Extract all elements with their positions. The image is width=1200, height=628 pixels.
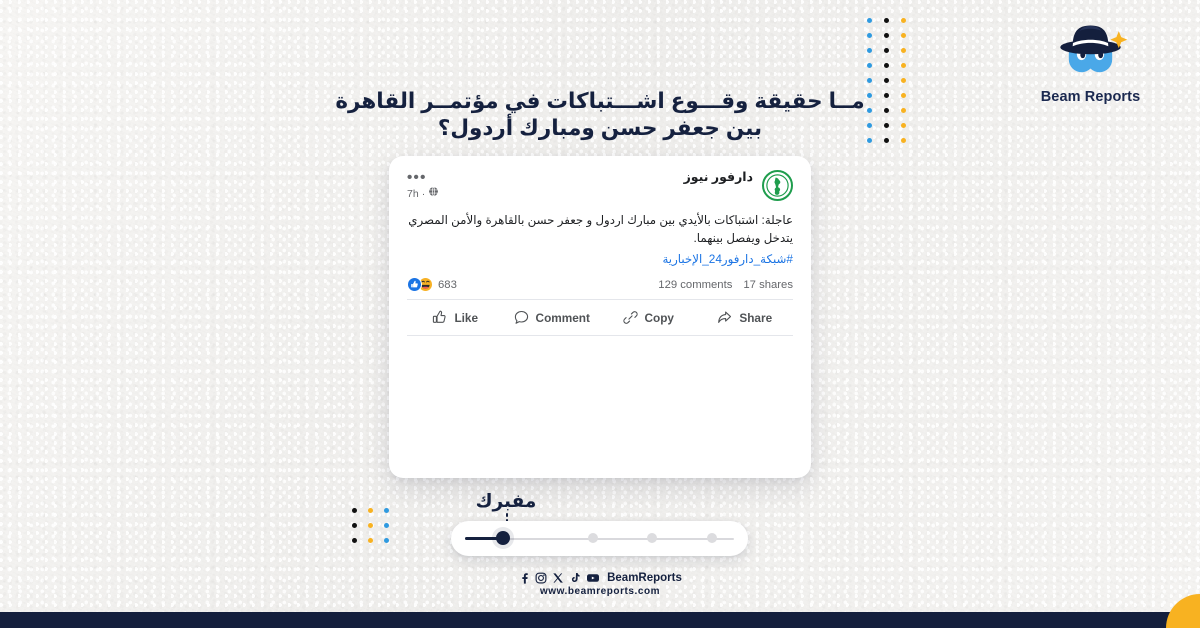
decorative-dot xyxy=(884,18,889,23)
decorative-dot xyxy=(901,108,906,113)
tiktok-icon[interactable] xyxy=(569,572,581,584)
slider-step-3[interactable] xyxy=(647,533,657,543)
decorative-dot xyxy=(884,78,889,83)
page-title: مــا حقيقة وقـــوع اشـــتباكات في مؤتمــ… xyxy=(0,88,1200,142)
footer-handle: BeamReports xyxy=(607,572,682,584)
decorative-dot xyxy=(384,508,389,513)
headline-line-1: مــا حقيقة وقـــوع اشـــتباكات في مؤتمــ… xyxy=(335,89,865,113)
decorative-dot xyxy=(368,523,373,528)
post-time: 7h xyxy=(407,187,419,200)
decorative-dot xyxy=(884,138,889,143)
decorative-dot xyxy=(901,138,906,143)
thumbs-up-reaction-icon xyxy=(407,277,422,292)
decorative-dot xyxy=(884,33,889,38)
decorative-dot xyxy=(901,33,906,38)
decorative-dot xyxy=(901,18,906,23)
comment-count[interactable]: 129 comments xyxy=(658,279,732,291)
decorative-dot xyxy=(867,48,872,53)
post-more-options-button[interactable]: ••• xyxy=(407,170,427,185)
post-reactions[interactable]: 683 xyxy=(407,277,457,292)
slider-step-2[interactable] xyxy=(588,533,598,543)
decorative-dot xyxy=(901,48,906,53)
thumbs-up-icon xyxy=(433,310,447,323)
decorative-dot xyxy=(867,123,872,128)
footer-social-row: BeamReports xyxy=(0,572,1200,584)
post-separator: · xyxy=(421,187,426,200)
decorative-dot xyxy=(867,138,872,143)
link-chain-icon xyxy=(622,311,638,324)
globe-icon xyxy=(428,186,439,201)
decorative-dot xyxy=(884,63,889,68)
brand-logo: Beam Reports xyxy=(1023,18,1158,105)
avatar[interactable] xyxy=(762,170,793,201)
share-button[interactable]: Share xyxy=(697,305,794,330)
decorative-dot xyxy=(867,18,872,23)
decorative-dot xyxy=(884,93,889,98)
share-button-label: Share xyxy=(739,310,773,325)
x-twitter-icon[interactable] xyxy=(552,572,564,584)
facebook-post-card: دارفور نيوز 7h · ••• عاجلة: اشتباكات بال… xyxy=(389,156,811,478)
reaction-count: 683 xyxy=(438,278,457,291)
copy-button-label: Copy xyxy=(644,310,675,325)
headline-line-2: بين جعفر حسن ومبارك أردول؟ xyxy=(437,116,763,140)
slider-step-4[interactable] xyxy=(707,533,717,543)
comment-button[interactable]: Comment xyxy=(504,305,601,330)
like-button[interactable]: Like xyxy=(407,305,504,330)
decorative-dot xyxy=(901,93,906,98)
decorative-dot xyxy=(352,538,357,543)
post-author-block: دارفور نيوز 7h · xyxy=(407,170,753,201)
decorative-dot xyxy=(884,123,889,128)
post-header: دارفور نيوز 7h · ••• xyxy=(407,170,793,201)
decorative-dot xyxy=(901,78,906,83)
comment-bubble-icon xyxy=(514,310,528,324)
footer: BeamReports www.beamreports.com xyxy=(0,572,1200,597)
decorative-dot xyxy=(867,93,872,98)
brand-name: Beam Reports xyxy=(1040,89,1141,105)
footer-url: www.beamreports.com xyxy=(539,586,661,597)
post-counts: 129 comments 17 shares xyxy=(658,279,793,291)
decorative-dot xyxy=(352,523,357,528)
post-body-text: عاجلة: اشتباكات بالأيدي بين مبارك اردول … xyxy=(408,213,793,245)
decorative-dot xyxy=(368,538,373,543)
decorative-dot xyxy=(867,108,872,113)
decorative-dot xyxy=(352,508,357,513)
decorative-dot-grid-right xyxy=(855,18,906,153)
verdict-label: مفبرك xyxy=(475,490,537,511)
decorative-dot-grid-left xyxy=(341,508,389,553)
decorative-dot xyxy=(884,108,889,113)
post-action-bar: Like Comment Copy Share xyxy=(407,299,793,336)
verdict-slider[interactable] xyxy=(451,521,748,556)
detective-hat-face-icon xyxy=(1060,25,1128,73)
decorative-dot xyxy=(884,48,889,53)
copy-button[interactable]: Copy xyxy=(600,305,697,330)
post-author-name[interactable]: دارفور نيوز xyxy=(407,170,753,185)
decorative-dot xyxy=(867,78,872,83)
share-arrow-icon xyxy=(718,311,732,323)
post-timestamp-row: 7h · xyxy=(407,186,753,201)
youtube-icon[interactable] xyxy=(586,572,600,584)
decorative-dot xyxy=(901,63,906,68)
share-count[interactable]: 17 shares xyxy=(743,279,793,291)
decorative-dot xyxy=(867,33,872,38)
slider-knob-active[interactable] xyxy=(496,531,510,545)
post-hashtag-link[interactable]: #شبكة_دارفور24_الإخبارية xyxy=(407,251,793,268)
reaction-icons xyxy=(407,277,433,292)
facebook-icon[interactable] xyxy=(518,572,530,584)
instagram-icon[interactable] xyxy=(535,572,547,584)
decorative-dot xyxy=(384,538,389,543)
post-engagement-row: 683 129 comments 17 shares xyxy=(407,277,793,299)
darfur-news-green-logo-icon xyxy=(766,174,789,197)
like-button-label: Like xyxy=(454,310,479,325)
comment-button-label: Comment xyxy=(535,310,590,325)
decorative-dot xyxy=(384,523,389,528)
decorative-dot xyxy=(867,63,872,68)
decorative-dot xyxy=(368,508,373,513)
decorative-dot xyxy=(901,123,906,128)
bottom-navy-bar xyxy=(0,612,1200,628)
